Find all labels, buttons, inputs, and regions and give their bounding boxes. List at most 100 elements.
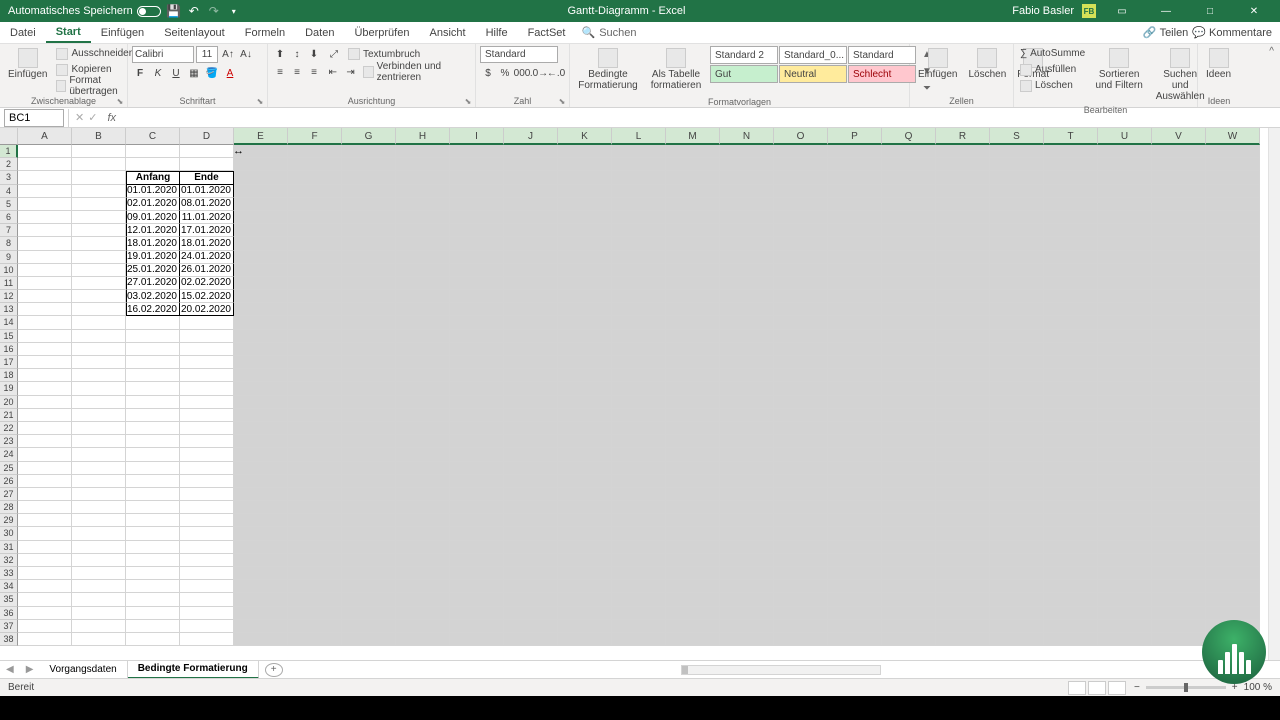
cell[interactable] <box>612 633 666 646</box>
cell[interactable] <box>720 567 774 580</box>
cell[interactable] <box>882 145 936 158</box>
cell[interactable] <box>126 633 180 646</box>
cell[interactable] <box>720 158 774 171</box>
cell[interactable] <box>558 356 612 369</box>
cell[interactable] <box>936 435 990 448</box>
cell[interactable] <box>1044 171 1098 184</box>
row-header-5[interactable]: 5 <box>0 198 18 211</box>
font-launcher-icon[interactable]: ⬊ <box>255 96 265 106</box>
cell[interactable] <box>774 435 828 448</box>
cell[interactable] <box>504 409 558 422</box>
row-header-3[interactable]: 3 <box>0 171 18 184</box>
row-header-18[interactable]: 18 <box>0 369 18 382</box>
cell[interactable] <box>828 237 882 250</box>
cell[interactable] <box>990 382 1044 395</box>
cell[interactable] <box>828 435 882 448</box>
cell[interactable] <box>1152 211 1206 224</box>
cell[interactable] <box>558 567 612 580</box>
insert-cells-button[interactable]: Einfügen <box>914 46 961 82</box>
maximize-icon[interactable]: □ <box>1192 0 1228 22</box>
cell[interactable] <box>450 633 504 646</box>
cell[interactable] <box>180 369 234 382</box>
cell[interactable] <box>1206 290 1260 303</box>
cell[interactable] <box>450 237 504 250</box>
cell[interactable] <box>1152 488 1206 501</box>
cell[interactable] <box>828 409 882 422</box>
cell[interactable] <box>1044 620 1098 633</box>
cell[interactable] <box>1152 475 1206 488</box>
cell[interactable] <box>504 356 558 369</box>
cell[interactable] <box>882 330 936 343</box>
cell[interactable] <box>18 514 72 527</box>
cell[interactable] <box>666 356 720 369</box>
cell[interactable] <box>1206 343 1260 356</box>
cell[interactable]: 27.01.2020 <box>126 277 180 290</box>
cell[interactable] <box>126 316 180 329</box>
cell[interactable] <box>234 264 288 277</box>
cell[interactable] <box>342 303 396 316</box>
cell[interactable] <box>72 343 126 356</box>
cell[interactable] <box>504 607 558 620</box>
cell[interactable] <box>936 593 990 606</box>
comma-icon[interactable]: 000 <box>514 65 530 81</box>
cell[interactable] <box>720 369 774 382</box>
cell[interactable] <box>666 607 720 620</box>
cell[interactable] <box>1152 462 1206 475</box>
cell[interactable] <box>72 303 126 316</box>
cell[interactable] <box>234 396 288 409</box>
cell[interactable] <box>558 224 612 237</box>
cell[interactable] <box>1098 145 1152 158</box>
cell[interactable] <box>936 303 990 316</box>
cell[interactable] <box>342 593 396 606</box>
cell[interactable] <box>234 567 288 580</box>
cell[interactable] <box>1152 171 1206 184</box>
row-header-35[interactable]: 35 <box>0 593 18 606</box>
cell[interactable] <box>1152 554 1206 567</box>
cell[interactable] <box>558 607 612 620</box>
cell[interactable] <box>18 356 72 369</box>
cell[interactable]: 18.01.2020 <box>180 237 234 250</box>
cell[interactable] <box>828 303 882 316</box>
cell[interactable] <box>990 224 1044 237</box>
cell[interactable] <box>234 514 288 527</box>
cell[interactable] <box>1206 396 1260 409</box>
cell[interactable] <box>342 435 396 448</box>
cell[interactable] <box>612 277 666 290</box>
number-format-select[interactable]: Standard <box>480 46 558 63</box>
col-header-O[interactable]: O <box>774 128 828 145</box>
cell[interactable] <box>1152 593 1206 606</box>
cell[interactable] <box>126 435 180 448</box>
cell[interactable] <box>666 580 720 593</box>
cell[interactable]: 20.02.2020 <box>180 303 234 316</box>
cell[interactable] <box>1152 237 1206 250</box>
cell[interactable] <box>72 356 126 369</box>
cell[interactable] <box>936 264 990 277</box>
cell[interactable] <box>234 448 288 461</box>
cell[interactable]: 03.02.2020 <box>126 290 180 303</box>
autosum-button[interactable]: ∑AutoSumme <box>1018 46 1087 61</box>
row-header-30[interactable]: 30 <box>0 527 18 540</box>
cell[interactable] <box>450 303 504 316</box>
cell[interactable] <box>720 303 774 316</box>
col-header-M[interactable]: M <box>666 128 720 145</box>
cell[interactable] <box>558 448 612 461</box>
col-header-U[interactable]: U <box>1098 128 1152 145</box>
cell[interactable] <box>288 369 342 382</box>
cell[interactable] <box>288 633 342 646</box>
cell[interactable] <box>558 316 612 329</box>
cell[interactable] <box>342 514 396 527</box>
cell[interactable] <box>882 303 936 316</box>
cell[interactable] <box>666 277 720 290</box>
cell[interactable] <box>1044 290 1098 303</box>
orientation-icon[interactable]: ⤢ <box>326 46 342 62</box>
cell[interactable] <box>666 303 720 316</box>
cell[interactable] <box>990 185 1044 198</box>
cell[interactable] <box>774 448 828 461</box>
cell[interactable] <box>72 158 126 171</box>
cell[interactable] <box>234 554 288 567</box>
cell[interactable] <box>1152 501 1206 514</box>
cell[interactable] <box>1152 316 1206 329</box>
cell[interactable] <box>288 171 342 184</box>
cell[interactable] <box>936 462 990 475</box>
cell[interactable] <box>396 409 450 422</box>
